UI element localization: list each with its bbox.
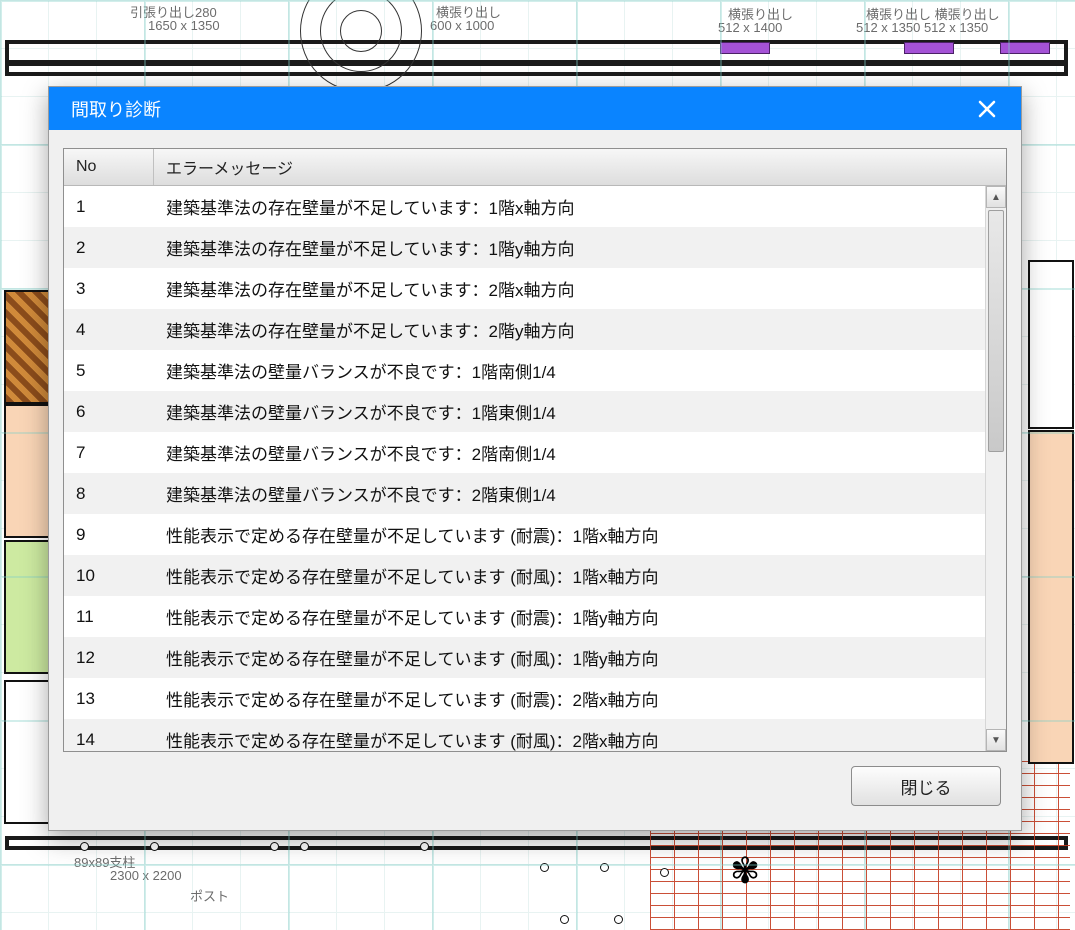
row-no: 12 <box>64 637 154 678</box>
wall <box>5 40 1068 64</box>
dimension-label: ポスト <box>190 886 229 905</box>
row-message: 建築基準法の壁量バランスが不良です：2階東側1/4 <box>154 473 1006 514</box>
row-message: 建築基準法の存在壁量が不足しています：2階x軸方向 <box>154 268 1006 309</box>
error-grid: No エラーメッセージ 1建築基準法の存在壁量が不足しています：1階x軸方向2建… <box>63 148 1007 752</box>
window-tag <box>904 42 954 54</box>
row-message: 性能表示で定める存在壁量が不足しています (耐風)：1階x軸方向 <box>154 555 1006 596</box>
row-no: 7 <box>64 432 154 473</box>
dimension-label: 512 x 1350 512 x 1350 <box>856 20 988 35</box>
table-row[interactable]: 13性能表示で定める存在壁量が不足しています (耐震)：2階x軸方向 <box>64 678 1006 719</box>
door-arc <box>320 0 402 72</box>
table-row[interactable]: 6建築基準法の壁量バランスが不良です：1階東側1/4 <box>64 391 1006 432</box>
table-row[interactable]: 8建築基準法の壁量バランスが不良です：2階東側1/4 <box>64 473 1006 514</box>
row-message: 性能表示で定める存在壁量が不足しています (耐震)：2階x軸方向 <box>154 678 1006 719</box>
row-no: 13 <box>64 678 154 719</box>
row-no: 10 <box>64 555 154 596</box>
dimension-label: 2300 x 2200 <box>110 868 182 883</box>
scroll-thumb[interactable] <box>988 210 1004 452</box>
table-row[interactable]: 5建築基準法の壁量バランスが不良です：1階南側1/4 <box>64 350 1006 391</box>
row-no: 14 <box>64 719 154 751</box>
floorplan-check-dialog: 間取り診断 No エラーメッセージ 1建築基準法の存在壁量が不足しています：1階… <box>48 86 1022 831</box>
vertical-scrollbar[interactable]: ▲ ▼ <box>985 186 1006 751</box>
row-no: 8 <box>64 473 154 514</box>
scroll-down-button[interactable]: ▼ <box>986 729 1006 751</box>
dimension-label: 600 x 1000 <box>430 18 494 33</box>
dimension-label: 89x89支柱 <box>74 852 135 871</box>
table-row[interactable]: 2建築基準法の存在壁量が不足しています：1階y軸方向 <box>64 227 1006 268</box>
table-row[interactable]: 3建築基準法の存在壁量が不足しています：2階x軸方向 <box>64 268 1006 309</box>
row-no: 3 <box>64 268 154 309</box>
row-message: 性能表示で定める存在壁量が不足しています (耐震)：1階y軸方向 <box>154 596 1006 637</box>
dialog-titlebar[interactable]: 間取り診断 <box>49 87 1021 130</box>
row-message: 建築基準法の存在壁量が不足しています：2階y軸方向 <box>154 309 1006 350</box>
table-row[interactable]: 1建築基準法の存在壁量が不足しています：1階x軸方向 <box>64 186 1006 227</box>
window-tag <box>1000 42 1050 54</box>
door-arc <box>300 0 422 92</box>
table-row[interactable]: 9性能表示で定める存在壁量が不足しています (耐震)：1階x軸方向 <box>64 514 1006 555</box>
table-row[interactable]: 11性能表示で定める存在壁量が不足しています (耐震)：1階y軸方向 <box>64 596 1006 637</box>
table-row[interactable]: 14性能表示で定める存在壁量が不足しています (耐風)：2階x軸方向 <box>64 719 1006 751</box>
grid-header: No エラーメッセージ <box>64 149 1006 186</box>
close-button[interactable]: 閉じる <box>851 766 1001 806</box>
scroll-up-button[interactable]: ▲ <box>986 186 1006 208</box>
row-message: 建築基準法の壁量バランスが不良です：1階東側1/4 <box>154 391 1006 432</box>
table-row[interactable]: 10性能表示で定める存在壁量が不足しています (耐風)：1階x軸方向 <box>64 555 1006 596</box>
column-header-no[interactable]: No <box>64 149 154 185</box>
row-message: 建築基準法の壁量バランスが不良です：2階南側1/4 <box>154 432 1006 473</box>
row-no: 9 <box>64 514 154 555</box>
row-message: 建築基準法の存在壁量が不足しています：1階x軸方向 <box>154 186 1006 227</box>
row-message: 性能表示で定める存在壁量が不足しています (耐風)：1階y軸方向 <box>154 637 1006 678</box>
row-message: 建築基準法の壁量バランスが不良です：1階南側1/4 <box>154 350 1006 391</box>
table-row[interactable]: 7建築基準法の壁量バランスが不良です：2階南側1/4 <box>64 432 1006 473</box>
row-no: 5 <box>64 350 154 391</box>
row-message: 性能表示で定める存在壁量が不足しています (耐風)：2階x軸方向 <box>154 719 1006 751</box>
door-arc <box>340 10 382 52</box>
window-tag <box>720 42 770 54</box>
wall <box>5 62 1068 76</box>
close-icon[interactable] <box>967 93 1007 125</box>
grid-rows: 1建築基準法の存在壁量が不足しています：1階x軸方向2建築基準法の存在壁量が不足… <box>64 186 1006 751</box>
column-header-msg[interactable]: エラーメッセージ <box>154 149 1006 185</box>
row-message: 性能表示で定める存在壁量が不足しています (耐震)：1階x軸方向 <box>154 514 1006 555</box>
dimension-label: 横張り出し 横張り出し <box>866 4 1000 23</box>
row-message: 建築基準法の存在壁量が不足しています：1階y軸方向 <box>154 227 1006 268</box>
room-peach <box>1028 430 1074 764</box>
row-no: 4 <box>64 309 154 350</box>
dimension-label: 512 x 1400 <box>718 20 782 35</box>
row-no: 2 <box>64 227 154 268</box>
dimension-label: 横張り出し <box>728 4 793 23</box>
wall <box>5 836 1068 850</box>
dimension-label: 横張り出し <box>436 2 501 21</box>
row-no: 1 <box>64 186 154 227</box>
row-no: 11 <box>64 596 154 637</box>
dimension-label: 1650 x 1350 <box>148 18 220 33</box>
table-row[interactable]: 4建築基準法の存在壁量が不足しています：2階y軸方向 <box>64 309 1006 350</box>
plant-icon: ✾ <box>730 850 760 892</box>
dialog-title: 間取り診断 <box>71 96 967 122</box>
dimension-label: 引張り出し280 <box>130 2 217 21</box>
room-white <box>1028 260 1074 429</box>
table-row[interactable]: 12性能表示で定める存在壁量が不足しています (耐風)：1階y軸方向 <box>64 637 1006 678</box>
row-no: 6 <box>64 391 154 432</box>
